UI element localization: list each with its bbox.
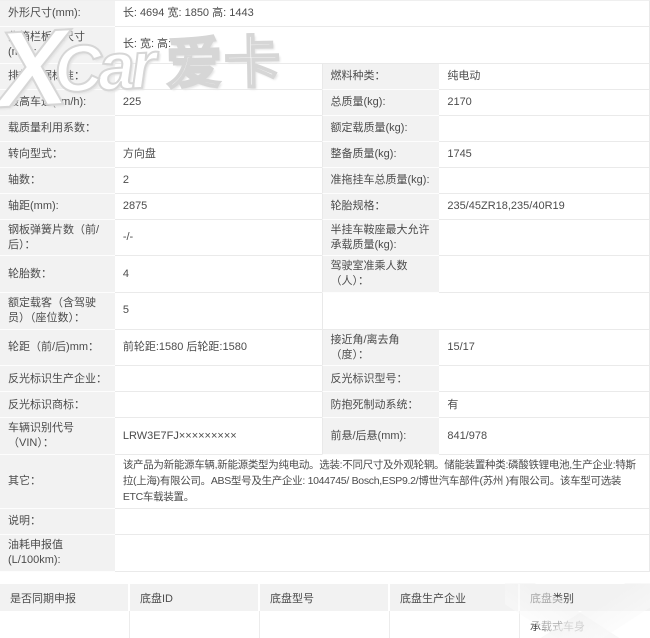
spec-value <box>439 366 649 393</box>
spec-value <box>114 535 649 573</box>
spec-label: 燃料种类： <box>321 63 440 90</box>
spec-label: 车辆识别代号（VIN）： <box>0 418 115 456</box>
spec-label: 轮距（前/后)mm： <box>0 329 115 367</box>
spec-label: 半挂车鞍座最大允许承载质量(kg): <box>321 219 440 257</box>
spec-label: 防抱死制动系统： <box>321 392 440 419</box>
spec-empty-cell <box>321 293 649 330</box>
spec-value <box>114 63 322 90</box>
vehicle-spec-table: 外形尺寸(mm): 长: 4694 宽: 1850 高: 1443 货箱栏板内尺寸(… <box>0 0 650 573</box>
spec-value <box>439 219 649 257</box>
spec-label: 轮胎数： <box>0 256 115 294</box>
spec-row: 载质量利用系数： 额定载质量(kg): <box>0 115 649 142</box>
spec-label: 整备质量(kg): <box>321 141 440 168</box>
spec-label: 钢板弹簧片数（前/后）： <box>0 219 115 257</box>
spec-value: 235/45ZR18,235/40R19 <box>439 193 649 220</box>
spec-label: 排放依据标准： <box>0 63 115 90</box>
spec-value: 2170 <box>439 89 649 116</box>
spec-label: 载质量利用系数： <box>0 115 115 142</box>
spec-label: 转向型式： <box>0 141 115 168</box>
spec-value <box>439 256 649 294</box>
spec-row: 最高车速(km/h): 225 总质量(kg): 2170 <box>0 89 649 116</box>
spec-label: 轴距(mm): <box>0 193 115 220</box>
chassis-table-body: 承载式车身 <box>0 611 650 638</box>
spec-label: 接近角/离去角（度）： <box>321 329 440 367</box>
spec-label: 外形尺寸(mm): <box>0 1 115 27</box>
spec-value: 前轮距:1580 后轮距:1580 <box>114 329 322 367</box>
spec-label: 轮胎规格： <box>321 193 440 220</box>
spec-row: 排放依据标准： 燃料种类： 纯电动 <box>0 63 649 90</box>
spec-value <box>114 509 649 536</box>
spec-value <box>114 115 322 142</box>
table-cell <box>390 611 520 638</box>
spec-label: 反光标识生产企业： <box>0 366 115 393</box>
spec-row: 货箱栏板内尺寸(mm): 长: 宽: 高: <box>0 27 649 64</box>
spec-label: 前悬/后悬(mm): <box>321 418 440 456</box>
spec-value: 该产品为新能源车辆,新能源类型为纯电动。选装:不同尺寸及外观轮辋。储能装置种类:… <box>114 455 649 510</box>
spec-row: 轮胎数： 4 驾驶室准乘人数（人）： <box>0 256 649 294</box>
spec-value: 纯电动 <box>439 63 649 90</box>
spec-row: 轴距(mm): 2875 轮胎规格： 235/45ZR18,235/40R19 <box>0 193 649 220</box>
spec-row: 说明： <box>0 509 649 536</box>
spec-value: 长: 宽: 高: <box>114 27 649 64</box>
table-cell <box>130 611 260 638</box>
spec-label: 额定载质量(kg): <box>321 115 440 142</box>
spec-value <box>439 115 649 142</box>
spec-label: 额定载客（含驾驶员）（座位数）： <box>0 293 115 330</box>
spec-value: 1745 <box>439 141 649 168</box>
spec-value: -/- <box>114 219 322 257</box>
spec-label: 反光标识商标： <box>0 392 115 419</box>
table-cell: 承载式车身 <box>520 611 650 638</box>
spec-value <box>114 366 322 393</box>
chassis-table: 是否同期申报 底盘ID 底盘型号 底盘生产企业 底盘类别 承载式车身 <box>0 584 650 638</box>
spec-value: 2 <box>114 167 322 194</box>
column-header: 底盘型号 <box>260 584 390 612</box>
chassis-table-header: 是否同期申报 底盘ID 底盘型号 底盘生产企业 底盘类别 <box>0 584 650 612</box>
spec-label: 轴数： <box>0 167 115 194</box>
spec-value: 方向盘 <box>114 141 322 168</box>
spec-label: 说明： <box>0 509 115 536</box>
spec-row: 油耗申报值(L/100km): <box>0 535 649 573</box>
spec-value: 15/17 <box>439 329 649 367</box>
spec-label: 油耗申报值(L/100km): <box>0 535 115 573</box>
column-header: 是否同期申报 <box>0 584 130 612</box>
table-cell <box>260 611 390 638</box>
spec-value <box>114 392 322 419</box>
spec-value: 5 <box>114 293 322 330</box>
spec-row: 其它： 该产品为新能源车辆,新能源类型为纯电动。选装:不同尺寸及外观轮辋。储能装置… <box>0 455 649 510</box>
spec-label: 总质量(kg): <box>321 89 440 116</box>
spec-row: 外形尺寸(mm): 长: 4694 宽: 1850 高: 1443 <box>0 1 649 27</box>
spec-row: 轮距（前/后)mm： 前轮距:1580 后轮距:1580 接近角/离去角（度）： 15… <box>0 329 649 367</box>
spec-row: 轴数： 2 准拖挂车总质量(kg): <box>0 167 649 194</box>
spec-label: 反光标识型号： <box>321 366 440 393</box>
column-header: 底盘生产企业 <box>390 584 520 612</box>
spec-value: 长: 4694 宽: 1850 高: 1443 <box>114 1 649 27</box>
spec-value <box>439 167 649 194</box>
spec-value: LRW3E7FJ××××××××× <box>114 418 322 456</box>
spec-label: 驾驶室准乘人数（人）： <box>321 256 440 294</box>
spec-label: 最高车速(km/h): <box>0 89 115 116</box>
spec-label: 准拖挂车总质量(kg): <box>321 167 440 194</box>
spec-label: 货箱栏板内尺寸(mm): <box>0 27 115 64</box>
spec-row: 额定载客（含驾驶员）（座位数）： 5 <box>0 293 649 330</box>
spec-value: 841/978 <box>439 418 649 456</box>
spec-row: 反光标识商标： 防抱死制动系统：有 <box>0 392 649 419</box>
spec-value: 4 <box>114 256 322 294</box>
spec-row: 转向型式： 方向盘 整备质量(kg): 1745 <box>0 141 649 168</box>
column-header: 底盘ID <box>130 584 260 612</box>
spec-label: 其它： <box>0 455 115 510</box>
table-gap <box>0 572 650 584</box>
table-cell <box>0 611 130 638</box>
spec-value: 2875 <box>114 193 322 220</box>
spec-row: 车辆识别代号（VIN）： LRW3E7FJ××××××××× 前悬/后悬(mm): 8… <box>0 418 649 456</box>
table-row: 承载式车身 <box>0 611 650 638</box>
vehicle-declaration-page: 外形尺寸(mm): 长: 4694 宽: 1850 高: 1443 货箱栏板内尺寸(… <box>0 0 650 638</box>
spec-row: 反光标识生产企业： 反光标识型号： <box>0 366 649 393</box>
spec-row: 钢板弹簧片数（前/后）： -/- 半挂车鞍座最大允许承载质量(kg): <box>0 219 649 257</box>
column-header: 底盘类别 <box>520 584 650 612</box>
spec-value: 225 <box>114 89 322 116</box>
spec-value: 有 <box>439 392 649 419</box>
